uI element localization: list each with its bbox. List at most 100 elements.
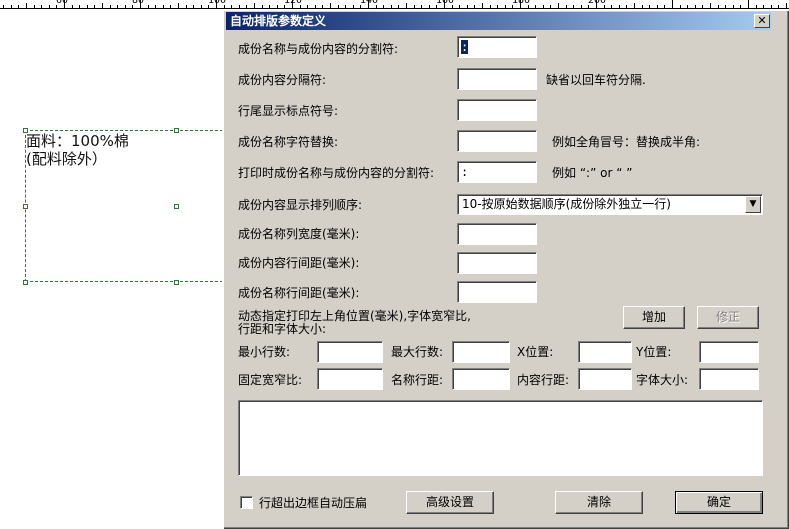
name-replace-hint: 例如全角冒号：替换成半角: xyxy=(552,135,701,149)
name-replace-input[interactable] xyxy=(457,130,537,152)
resize-handle-left[interactable] xyxy=(23,204,28,209)
line-end-punct-input[interactable] xyxy=(457,99,537,121)
content-separator-hint: 缺省以回车符分隔. xyxy=(546,73,646,87)
ruler-tick xyxy=(497,5,499,8)
ruler-tick xyxy=(474,5,476,8)
content-separator-input[interactable] xyxy=(457,68,537,90)
x-position-input[interactable] xyxy=(578,341,632,363)
clear-button[interactable]: 清除 xyxy=(555,491,643,514)
ruler-tick xyxy=(717,5,719,8)
name-col-width-label: 成份名称列宽度(毫米): xyxy=(238,227,360,241)
dialog-title: 自动排版参数定义 xyxy=(230,14,327,28)
ruler-tick xyxy=(748,0,749,8)
chevron-down-icon[interactable]: ▼ xyxy=(745,196,761,213)
ruler-tick xyxy=(626,5,628,8)
close-icon[interactable]: ✕ xyxy=(754,14,770,28)
ruler-tick xyxy=(261,5,263,8)
ruler-tick xyxy=(740,5,742,8)
ruler-tick xyxy=(618,5,620,8)
print-separator-input[interactable]: : xyxy=(457,161,537,183)
ruler-tick xyxy=(322,5,324,8)
dynamic-list[interactable] xyxy=(238,400,763,476)
ruler-label: 180 xyxy=(512,0,531,6)
edit-button[interactable]: 修正 xyxy=(697,306,759,329)
ruler-tick xyxy=(345,5,347,8)
ruler-tick xyxy=(550,5,552,8)
ruler-tick xyxy=(725,5,727,8)
auto-layout-dialog: 自动排版参数定义 ✕ 成份名称与成份内容的分割符: : 成份内容分隔符: 缺省以… xyxy=(222,9,789,529)
ruler-tick xyxy=(269,5,271,8)
ruler-label: 100 xyxy=(208,0,227,6)
ruler-tick xyxy=(124,5,126,8)
content-spacing-label: 内容行距: xyxy=(517,373,570,387)
separator-input[interactable]: : xyxy=(457,36,537,58)
name-col-width-input[interactable] xyxy=(457,223,537,245)
ruler-tick xyxy=(558,3,559,8)
x-position-label: X位置: xyxy=(517,345,554,359)
ruler-tick xyxy=(71,5,73,8)
ruler-tick xyxy=(580,5,582,8)
name-line-spacing-label: 成份名称行间距(毫米): xyxy=(238,286,360,300)
ok-button[interactable]: 确定 xyxy=(675,491,763,514)
order-value: 10-按原始数据顺序(成份除外独立一行) xyxy=(462,197,671,211)
ruler-tick xyxy=(649,5,651,8)
ruler-tick xyxy=(504,5,506,8)
ruler-tick xyxy=(231,5,233,8)
ruler-tick xyxy=(147,5,149,8)
ruler-tick xyxy=(679,5,681,8)
ruler-tick xyxy=(33,5,35,8)
resize-handle-center[interactable] xyxy=(174,204,179,209)
ruler-tick xyxy=(246,5,248,8)
dynamic-label: 动态指定打印左上角位置(毫米),字体宽窄比, 行距和字体大小: xyxy=(238,309,471,336)
y-position-input[interactable] xyxy=(699,341,759,363)
min-rows-label: 最小行数: xyxy=(238,345,291,359)
ruler-tick xyxy=(41,5,43,8)
line-end-punct-label: 行尾显示标点符号: xyxy=(238,104,339,118)
min-rows-input[interactable] xyxy=(317,341,383,363)
name-line-spacing-input[interactable] xyxy=(457,281,537,303)
ruler-tick xyxy=(337,5,339,8)
ruler-tick xyxy=(694,5,696,8)
print-separator-hint: 例如 “:” or “ ” xyxy=(552,166,633,180)
separator-value: : xyxy=(461,40,469,54)
content-spacing-input[interactable] xyxy=(578,368,632,390)
auto-compress-checkbox[interactable] xyxy=(240,496,253,509)
order-select[interactable]: 10-按原始数据顺序(成份除外独立一行) ▼ xyxy=(457,194,763,215)
ruler-tick xyxy=(94,5,96,8)
ruler-tick xyxy=(565,5,567,8)
max-rows-input[interactable] xyxy=(452,341,510,363)
name-spacing-label: 名称行距: xyxy=(391,373,444,387)
ruler-tick xyxy=(702,5,704,8)
ruler-label: 120 xyxy=(284,0,303,6)
ruler-tick xyxy=(656,5,658,8)
ruler-tick xyxy=(193,5,195,8)
ruler-tick xyxy=(489,5,491,8)
resize-handle-bottom-left[interactable] xyxy=(23,280,28,285)
ruler-tick xyxy=(48,5,50,8)
advanced-settings-button[interactable]: 高级设置 xyxy=(406,491,494,514)
ruler-tick xyxy=(178,3,179,8)
ruler-tick xyxy=(641,5,643,8)
ruler-tick xyxy=(185,5,187,8)
ruler-tick xyxy=(109,5,111,8)
horizontal-ruler: 60 80 100 120 140 160 180 200 xyxy=(0,0,789,9)
ruler-label: 200 xyxy=(588,0,607,6)
ruler-tick xyxy=(710,3,711,8)
ruler-tick xyxy=(535,5,537,8)
fixed-ratio-label: 固定宽窄比: xyxy=(238,373,303,387)
resize-handle-bottom[interactable] xyxy=(174,280,179,285)
name-spacing-input[interactable] xyxy=(452,368,510,390)
fixed-ratio-input[interactable] xyxy=(317,368,383,390)
content-line-spacing-input[interactable] xyxy=(457,252,537,274)
add-button[interactable]: 增加 xyxy=(623,306,685,329)
dialog-titlebar[interactable]: 自动排版参数定义 ✕ xyxy=(226,12,771,30)
font-size-input[interactable] xyxy=(699,368,759,390)
ruler-tick xyxy=(238,5,240,8)
ruler-tick xyxy=(162,5,164,8)
ruler-tick xyxy=(763,5,765,8)
content-line-spacing-label: 成份内容行间距(毫米): xyxy=(238,256,360,270)
print-separator-label: 打印时成份名称与成份内容的分割符: xyxy=(238,166,435,180)
ruler-tick xyxy=(155,5,157,8)
resize-handle-top[interactable] xyxy=(174,128,179,133)
ruler-tick xyxy=(330,3,331,8)
